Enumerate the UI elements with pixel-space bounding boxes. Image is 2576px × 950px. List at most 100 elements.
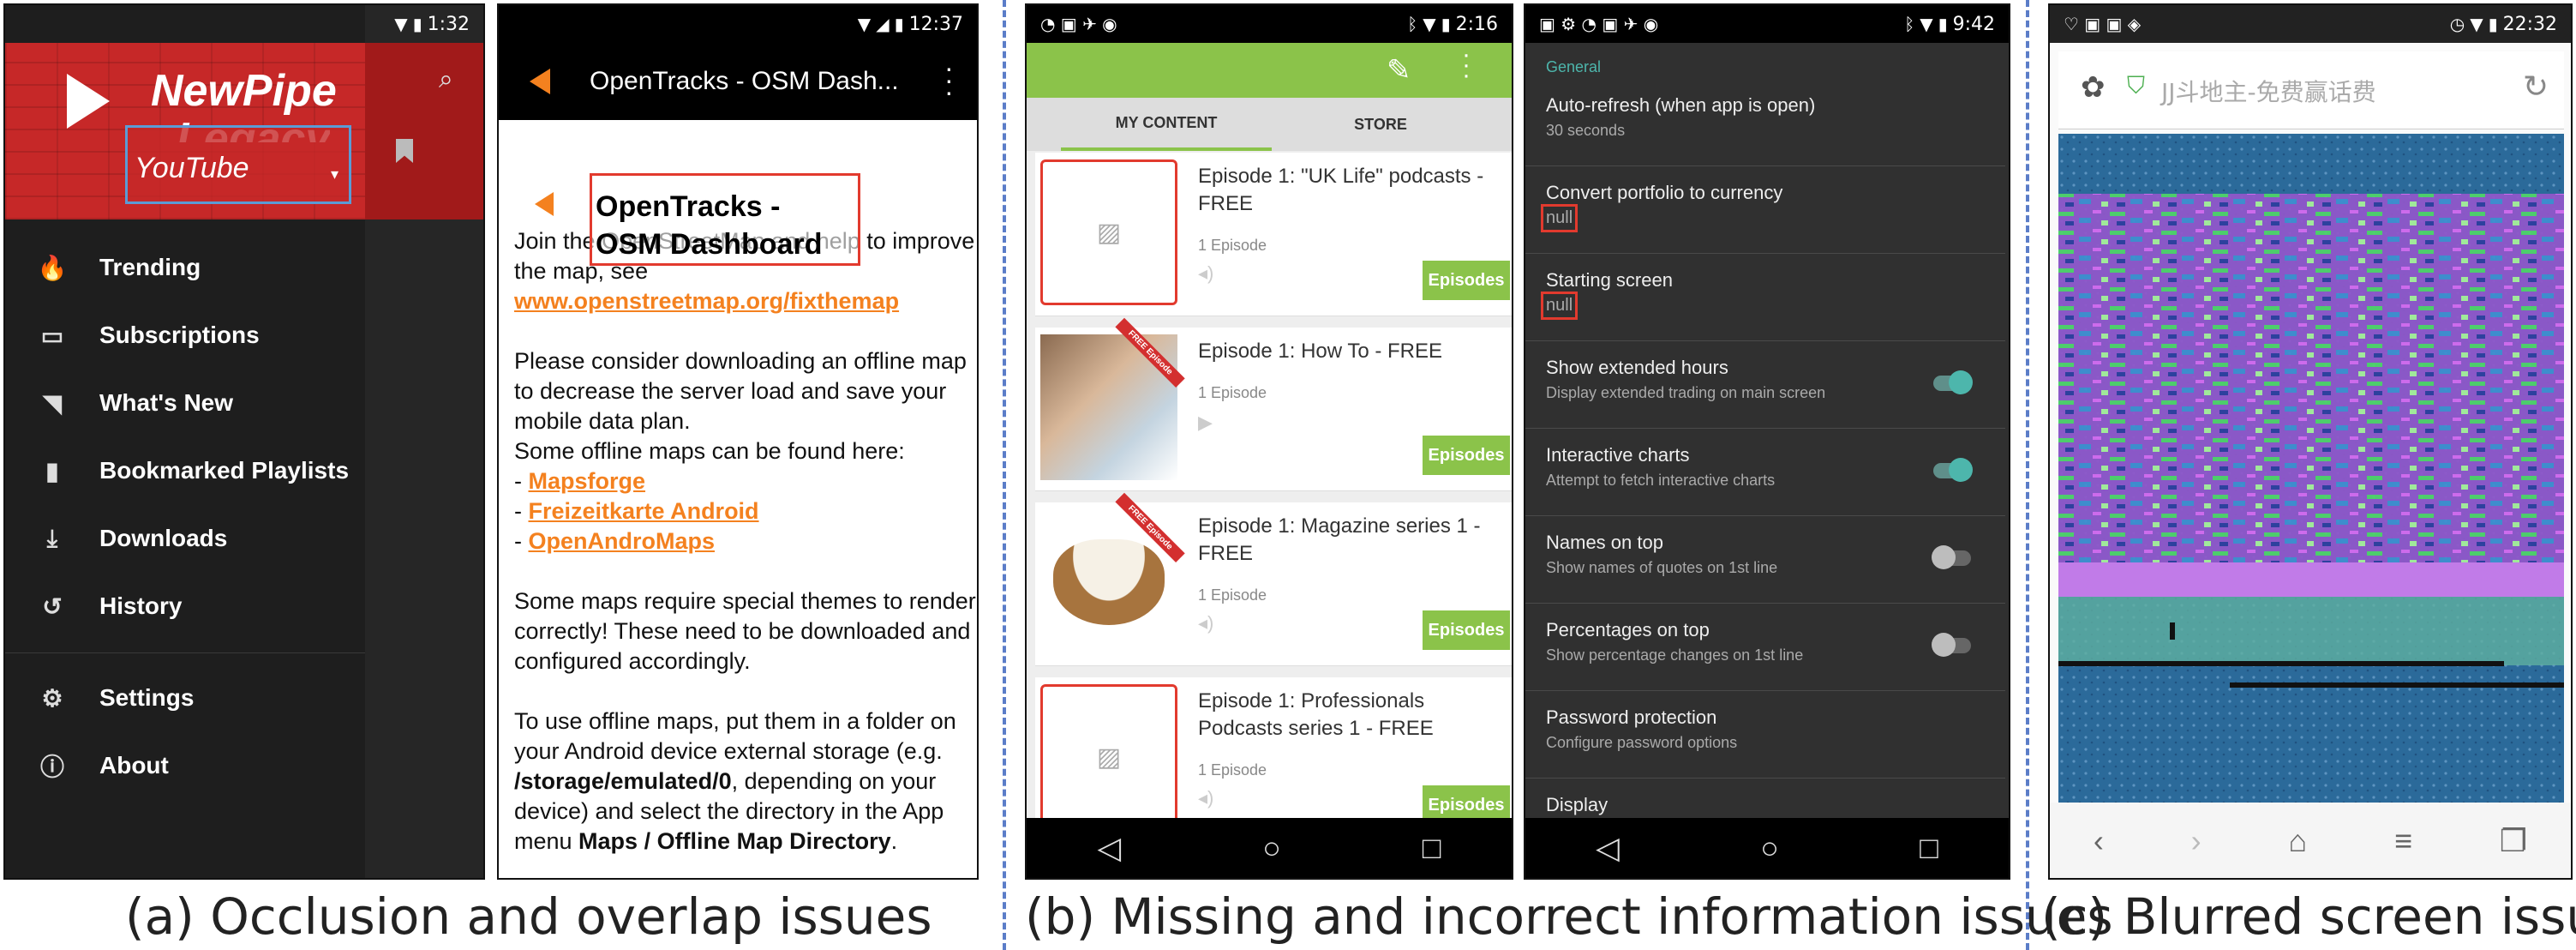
battery-icon: ▮ <box>1441 14 1451 34</box>
gear-icon: ⚙ <box>41 684 63 712</box>
app-name: NewPipe <box>151 66 337 116</box>
episodes-button[interactable]: Episodes <box>1423 261 1510 300</box>
drawer-item-history[interactable]: ↺ History <box>5 580 365 632</box>
setting-summary: null <box>1541 204 1579 232</box>
map-link[interactable]: OpenAndroMaps <box>529 528 716 554</box>
caption-c: (c) Blurred screen issues <box>2041 887 2576 946</box>
map-link[interactable]: Freizeitkarte Android <box>529 498 759 524</box>
setting-toggle[interactable] <box>1933 370 1973 394</box>
menu-icon[interactable]: ≡ <box>2394 823 2412 859</box>
drawer-item-bookmarked-playlists[interactable]: ▮ Bookmarked Playlists <box>5 445 365 496</box>
tab-my-content[interactable]: MY CONTENT <box>1061 98 1272 151</box>
tab-label: MY CONTENT <box>1115 113 1218 131</box>
setting-title: Interactive charts <box>1546 444 1690 466</box>
episode-card[interactable]: ▨ Episode 1: Professionals Podcasts serie… <box>1035 677 1512 841</box>
back-icon[interactable]: ‹ <box>2094 823 2104 859</box>
episodes-button[interactable]: Episodes <box>1423 436 1510 475</box>
divider-ab <box>1003 0 1006 950</box>
overflow-menu-icon[interactable]: · · · <box>1462 42 1471 88</box>
home-icon[interactable]: ○ <box>1760 830 1779 866</box>
drawer-item-subscriptions[interactable]: ▭ Subscriptions <box>5 310 365 361</box>
setting-summary: Display extended trading on main screen <box>1546 384 1826 401</box>
episode-card[interactable]: FREE Episode Episode 1: Magazine series 1… <box>1035 492 1512 666</box>
drawer-item-trending[interactable]: 🔥 Trending <box>5 242 365 293</box>
setting-summary: null <box>1541 292 1579 320</box>
setting-row-auto-refresh-when-app-is-open[interactable]: Auto-refresh (when app is open) 30 second… <box>1525 79 2005 166</box>
episode-card[interactable]: FREE Episode Episode 1: How To - FREE 1 Ep… <box>1035 317 1512 491</box>
drawer-item-settings[interactable]: ⚙ Settings <box>5 672 365 724</box>
opentracks-logo-icon <box>530 69 550 94</box>
newpipe-top-bar <box>365 43 483 219</box>
edit-icon[interactable]: ✎ <box>1387 53 1411 87</box>
service-selector[interactable]: YouTube ▾ <box>125 125 351 204</box>
paragraph-offline: Please consider downloading an offline m… <box>514 348 967 434</box>
broken-image-icon: ▨ <box>1040 159 1177 305</box>
setting-summary: Configure password options <box>1546 734 1738 751</box>
setting-toggle[interactable] <box>1932 633 1971 657</box>
tabs-icon[interactable]: ❐ <box>2500 823 2527 859</box>
setting-row-starting-screen[interactable]: Starting screen null <box>1525 254 2005 341</box>
episode-card[interactable]: ▨ Episode 1: "UK Life" podcasts - FREE 1 E… <box>1035 153 1512 316</box>
usage-text-a: To use offline maps, put them in a folde… <box>514 708 956 764</box>
episode-thumbnail: FREE Episode <box>1040 317 1185 480</box>
map-link[interactable]: Mapsforge <box>529 468 646 494</box>
list-bullet: - <box>514 468 529 494</box>
setting-row-password-protection[interactable]: Password protection Configure password op… <box>1525 691 2005 779</box>
setting-toggle[interactable] <box>1933 458 1973 482</box>
drawer-item-what-s-new[interactable]: ◥ What's New <box>5 377 365 429</box>
drawer-item-about[interactable]: ⓘ About <box>5 740 365 791</box>
toggle-knob <box>1932 545 1956 569</box>
speaker-icon: ◂) <box>1198 787 1214 809</box>
home-icon[interactable]: ⌂ <box>2288 823 2307 859</box>
status-time: 2:16 <box>1455 13 1498 35</box>
setting-toggle[interactable] <box>1932 545 1971 569</box>
drawer-item-label: Trending <box>99 254 201 280</box>
back-icon[interactable]: ◁ <box>1097 830 1121 866</box>
tv-icon: ▭ <box>40 322 64 349</box>
service-label: YouTube <box>135 152 249 184</box>
tab-store[interactable]: STORE <box>1275 98 1486 151</box>
newpipe-screenshot: ⌕ ▼ ▮ 1:32 NewPipe Legacy YouTube ▾ 🔥 Tre… <box>3 3 485 880</box>
drawer-item-label: Settings <box>99 684 195 711</box>
search-icon[interactable]: ⌕ <box>439 65 453 94</box>
setting-row-convert-portfolio-to-currency[interactable]: Convert portfolio to currency null <box>1525 166 2005 254</box>
drawer-item-downloads[interactable]: ⤓ Downloads <box>5 513 365 564</box>
setting-row-names-on-top[interactable]: Names on top Show names of quotes on 1st … <box>1525 516 2005 604</box>
download-icon: ⤓ <box>46 524 58 551</box>
newpipe-logo-icon <box>67 74 110 129</box>
setting-summary: Show names of quotes on 1st line <box>1546 559 1778 576</box>
setting-title: Show extended hours <box>1546 357 1728 378</box>
battery-icon: ▮ <box>894 14 904 34</box>
list-bullet: - <box>514 528 529 554</box>
usage-text-e: . <box>890 828 898 854</box>
setting-row-show-extended-hours[interactable]: Show extended hours Display extended trad… <box>1525 341 2005 429</box>
recents-icon[interactable]: □ <box>1423 830 1441 866</box>
episode-title: Episode 1: Professionals Podcasts series… <box>1198 689 1434 740</box>
url-bar[interactable]: ✿ ⛉ JJ斗地主-免费赢话费 ↻ <box>2058 51 2564 129</box>
tab-bar: MY CONTENT STORE <box>1027 98 1512 151</box>
fire-icon: 🔥 <box>37 254 68 281</box>
recents-icon[interactable]: □ <box>1920 830 1938 866</box>
setting-row-percentages-on-top[interactable]: Percentages on top Show percentage change… <box>1525 604 2005 691</box>
drawer: NewPipe Legacy YouTube ▾ 🔥 Trending ▭ Subsc… <box>5 5 365 878</box>
divider <box>5 652 365 653</box>
overflow-menu-icon[interactable]: · · · <box>944 54 954 105</box>
tab-label: STORE <box>1354 115 1407 133</box>
episodes-button[interactable]: Episodes <box>1423 610 1510 650</box>
notification-icons: ♡ ▣ ▣ ◈ <box>2064 14 2142 34</box>
settings-screenshot: ▣ ⚙ ◔ ▣ ✈ ◉ ᛒ ▼ ▮ 9:42 General Auto-refr… <box>1524 3 2010 880</box>
signal-icon: ◢ <box>876 14 890 34</box>
fixthemap-link[interactable]: www.openstreetmap.org/fixthemap <box>514 288 899 314</box>
home-icon[interactable]: ○ <box>1262 830 1281 866</box>
wifi-icon: ▼ <box>1920 14 1933 34</box>
back-icon[interactable]: ◁ <box>1596 830 1620 866</box>
setting-row-interactive-charts[interactable]: Interactive charts Attempt to fetch inter… <box>1525 429 2005 516</box>
drawer-header: NewPipe Legacy YouTube ▾ <box>5 43 365 219</box>
battery-icon: ▮ <box>1938 14 1948 34</box>
forward-icon[interactable]: › <box>2191 823 2202 859</box>
drawer-item-label: What's New <box>99 389 234 416</box>
setting-summary: 30 seconds <box>1546 122 1626 139</box>
episode-title: Episode 1: "UK Life" podcasts - FREE <box>1198 165 1484 215</box>
setting-title: Percentages on top <box>1546 619 1710 640</box>
refresh-icon[interactable]: ↻ <box>2523 69 2549 105</box>
